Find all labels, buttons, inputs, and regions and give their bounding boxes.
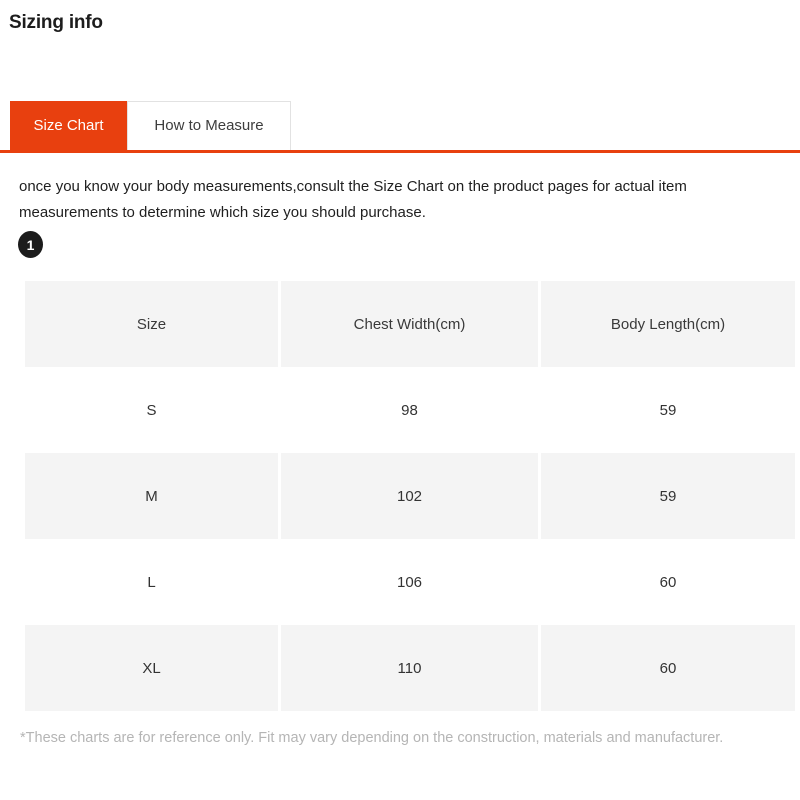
cell-size: M xyxy=(25,453,278,539)
tab-bar: Size Chart How to Measure xyxy=(0,101,800,153)
intro-paragraph: once you know your body measurements,con… xyxy=(19,178,687,221)
cell-size: XL xyxy=(25,625,278,711)
column-header-body-length: Body Length(cm) xyxy=(541,281,795,367)
tab-how-to-measure[interactable]: How to Measure xyxy=(127,101,291,150)
cell-size: L xyxy=(25,539,278,625)
cell-body-length: 60 xyxy=(541,625,795,711)
cell-body-length: 59 xyxy=(541,453,795,539)
cell-chest-width: 102 xyxy=(281,453,538,539)
table-row: XL 110 60 xyxy=(25,625,795,711)
table-body: S 98 59 M 102 59 L 106 60 XL 110 60 xyxy=(25,367,795,711)
size-chart-table: Size Chest Width(cm) Body Length(cm) S 9… xyxy=(22,281,798,711)
step-badge: 1 xyxy=(18,231,43,258)
sizing-info-page: Sizing info Size Chart How to Measure on… xyxy=(0,0,800,800)
cell-chest-width: 98 xyxy=(281,367,538,453)
table-row: S 98 59 xyxy=(25,367,795,453)
table-row: M 102 59 xyxy=(25,453,795,539)
page-title: Sizing info xyxy=(9,12,103,33)
table-header: Size Chest Width(cm) Body Length(cm) xyxy=(25,281,795,367)
cell-chest-width: 106 xyxy=(281,539,538,625)
column-header-size: Size xyxy=(25,281,278,367)
table-row: L 106 60 xyxy=(25,539,795,625)
column-header-chest-width: Chest Width(cm) xyxy=(281,281,538,367)
tab-size-chart[interactable]: Size Chart xyxy=(10,101,127,150)
footnote: *These charts are for reference only. Fi… xyxy=(20,730,724,746)
cell-size: S xyxy=(25,367,278,453)
table-header-row: Size Chest Width(cm) Body Length(cm) xyxy=(25,281,795,367)
cell-chest-width: 110 xyxy=(281,625,538,711)
tab-size-chart-label: Size Chart xyxy=(33,116,104,134)
cell-body-length: 59 xyxy=(541,367,795,453)
tab-how-to-measure-label: How to Measure xyxy=(154,117,264,134)
cell-body-length: 60 xyxy=(541,539,795,625)
